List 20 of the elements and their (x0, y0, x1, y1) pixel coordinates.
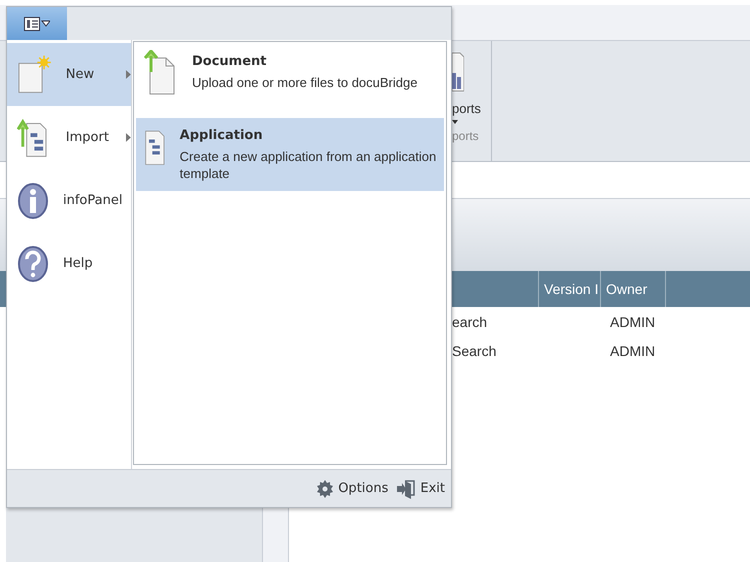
submenu-title: Document (192, 54, 268, 69)
table-cell-text: ADMIN (610, 314, 656, 330)
submenu-item[interactable]: Application Create a new application from an application template (136, 118, 444, 191)
menu-item[interactable]: infoPanel (7, 169, 131, 232)
column-header[interactable]: Owner (600, 271, 665, 307)
ribbon-group-caption: ports (452, 129, 479, 143)
table-cell-text: earch (452, 314, 488, 330)
footer-button[interactable]: Exit (396, 478, 445, 498)
menu-item[interactable]: Help (7, 232, 131, 295)
menu-item[interactable]: Import (7, 106, 131, 169)
submenu-description: Create a new application from an application template (180, 149, 438, 183)
footer-button[interactable]: Options (316, 480, 388, 498)
menu-item[interactable]: New (7, 43, 131, 106)
ribbon-button-label[interactable]: ports (452, 101, 481, 116)
submenu-description: Upload one or more files to docuBridge (192, 75, 418, 92)
submenu-title: Application (180, 128, 264, 143)
column-header[interactable]: Version I (538, 271, 600, 307)
table-cell-text: ADMIN (610, 342, 656, 358)
submenu-item[interactable]: Document Upload one or more files to docuBridge (136, 44, 444, 104)
table-cell-text: Search (452, 342, 498, 358)
